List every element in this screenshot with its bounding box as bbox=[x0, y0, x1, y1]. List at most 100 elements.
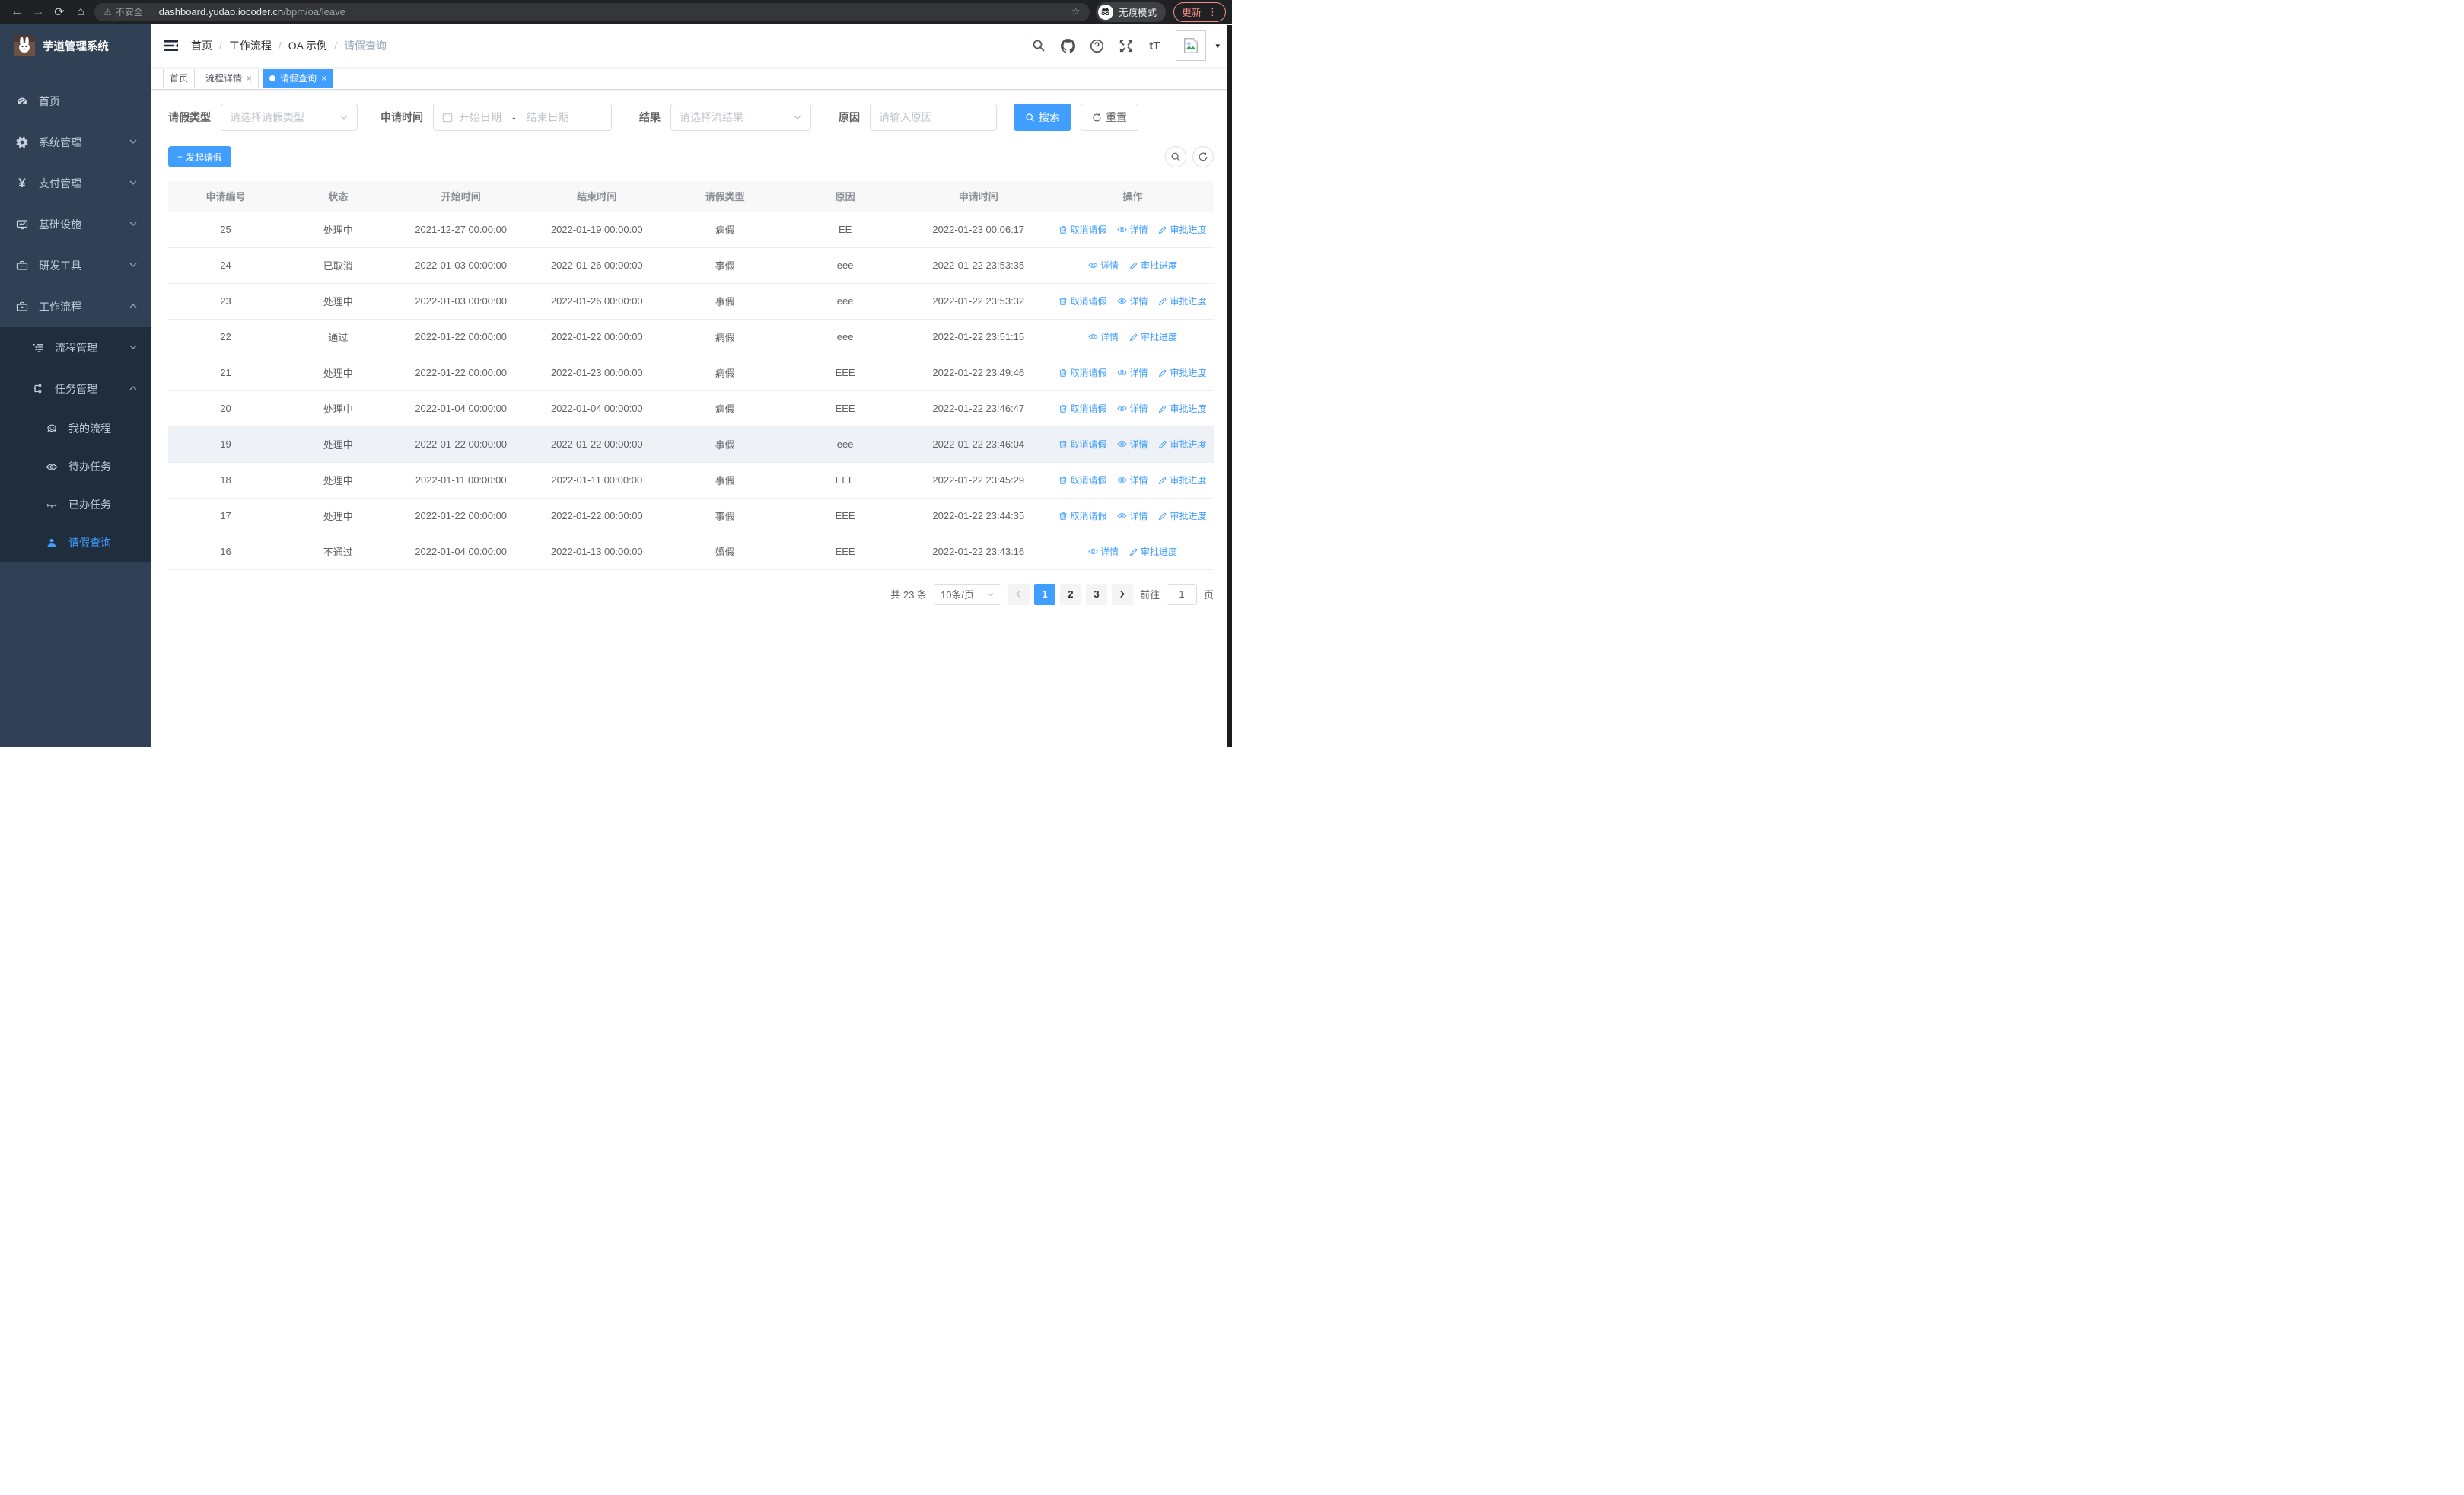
cancel-leave-link[interactable]: 取消请假 bbox=[1059, 473, 1106, 486]
next-page-icon[interactable] bbox=[1111, 583, 1133, 605]
cell-end-time: 2022-01-04 00:00:00 bbox=[529, 390, 665, 427]
github-icon[interactable] bbox=[1060, 38, 1075, 53]
toggle-search-icon[interactable] bbox=[1165, 146, 1186, 167]
page-button-1[interactable]: 1 bbox=[1033, 583, 1055, 605]
detail-link[interactable]: 详情 bbox=[1117, 402, 1148, 415]
page-size-select[interactable]: 10条/页 bbox=[933, 583, 1001, 605]
cell-end-time: 2022-01-22 00:00:00 bbox=[529, 426, 665, 463]
caret-down-icon[interactable]: ▾ bbox=[1215, 41, 1220, 51]
reason-input[interactable]: 请输入原因 bbox=[870, 104, 997, 131]
help-icon[interactable] bbox=[1089, 38, 1104, 53]
sidebar-item-infra[interactable]: 基础设施 bbox=[0, 204, 151, 245]
cancel-leave-link[interactable]: 取消请假 bbox=[1059, 366, 1106, 379]
fullscreen-icon[interactable] bbox=[1118, 38, 1133, 53]
approval-progress-link[interactable]: 审批进度 bbox=[1158, 473, 1207, 486]
sidebar-item-home[interactable]: 首页 bbox=[0, 81, 151, 122]
approval-progress-link[interactable]: 审批进度 bbox=[1129, 330, 1177, 343]
sidebar-item-payment[interactable]: ¥ 支付管理 bbox=[0, 163, 151, 204]
page-button-3[interactable]: 3 bbox=[1085, 583, 1107, 605]
approval-progress-link[interactable]: 审批进度 bbox=[1129, 545, 1177, 558]
bookmark-star-icon[interactable]: ☆ bbox=[1071, 5, 1081, 18]
sidebar-item-process-mgmt[interactable]: 流程管理 bbox=[0, 327, 151, 368]
leave-type-select[interactable]: 请选择请假类型 bbox=[221, 104, 358, 131]
prev-page-icon[interactable] bbox=[1008, 583, 1030, 605]
refresh-table-icon[interactable] bbox=[1192, 146, 1214, 167]
detail-link[interactable]: 详情 bbox=[1117, 366, 1148, 379]
approval-progress-link[interactable]: 审批进度 bbox=[1129, 259, 1177, 272]
chevron-down-icon bbox=[129, 136, 138, 148]
detail-link[interactable]: 详情 bbox=[1117, 295, 1148, 308]
approval-progress-link[interactable]: 审批进度 bbox=[1158, 295, 1207, 308]
date-range-input[interactable]: 开始日期 - 结束日期 bbox=[433, 104, 612, 131]
search-button[interactable]: 搜索 bbox=[1014, 104, 1071, 131]
tab-label: 流程详情 bbox=[205, 73, 243, 84]
sidebar-item-devtools[interactable]: 研发工具 bbox=[0, 245, 151, 286]
chevron-down-icon bbox=[794, 116, 801, 120]
cell-leave-type: 病假 bbox=[664, 319, 785, 355]
back-icon[interactable]: ← bbox=[6, 2, 27, 23]
approval-progress-link[interactable]: 审批进度 bbox=[1158, 223, 1207, 236]
address-bar[interactable]: ⚠ 不安全 dashboard.yudao.iocoder.cn /bpm/oa… bbox=[94, 2, 1090, 21]
breadcrumb-item[interactable]: 首页 bbox=[191, 38, 212, 53]
chevron-up-icon bbox=[129, 383, 138, 395]
browser-scrollbar[interactable] bbox=[1227, 25, 1232, 748]
sidebar-item-task-mgmt[interactable]: 任务管理 bbox=[0, 368, 151, 410]
browser-update-button[interactable]: 更新 ⋮ bbox=[1173, 2, 1226, 22]
close-icon[interactable]: × bbox=[247, 73, 252, 84]
goto-page-input[interactable]: 1 bbox=[1166, 583, 1197, 605]
sidebar-item-workflow[interactable]: 工作流程 bbox=[0, 286, 151, 327]
cell-start-time: 2021-12-27 00:00:00 bbox=[393, 212, 529, 248]
browser-menu-icon[interactable]: ⋮ bbox=[1208, 6, 1218, 18]
sidebar-item-todo-tasks[interactable]: 待办任务 bbox=[0, 448, 151, 486]
cell-id: 19 bbox=[168, 426, 284, 463]
cell-reason: EEE bbox=[785, 390, 906, 427]
page-button-2[interactable]: 2 bbox=[1059, 583, 1081, 605]
cancel-leave-link[interactable]: 取消请假 bbox=[1059, 438, 1106, 451]
font-size-icon[interactable]: tT bbox=[1147, 38, 1162, 53]
cancel-leave-link[interactable]: 取消请假 bbox=[1059, 509, 1106, 522]
detail-link[interactable]: 详情 bbox=[1117, 473, 1148, 486]
breadcrumb-item[interactable]: OA 示例 bbox=[288, 38, 327, 53]
approval-progress-link[interactable]: 审批进度 bbox=[1158, 509, 1207, 522]
app-title: 芋道管理系统 bbox=[43, 40, 109, 53]
cell-reason: eee bbox=[785, 426, 906, 463]
detail-link[interactable]: 详情 bbox=[1088, 330, 1119, 343]
cell-status: 处理中 bbox=[283, 462, 393, 499]
home-icon[interactable]: ⌂ bbox=[70, 2, 91, 23]
search-icon[interactable] bbox=[1031, 38, 1046, 53]
detail-link[interactable]: 详情 bbox=[1117, 438, 1148, 451]
tab-leave-query[interactable]: 请假查询 × bbox=[263, 68, 334, 88]
cancel-leave-link[interactable]: 取消请假 bbox=[1059, 223, 1106, 236]
detail-link[interactable]: 详情 bbox=[1088, 545, 1119, 558]
cancel-leave-link[interactable]: 取消请假 bbox=[1059, 402, 1106, 415]
approval-progress-link[interactable]: 审批进度 bbox=[1158, 438, 1207, 451]
sidebar-item-label: 我的流程 bbox=[68, 422, 111, 435]
cancel-leave-link[interactable]: 取消请假 bbox=[1059, 295, 1106, 308]
cell-end-time: 2022-01-22 00:00:00 bbox=[529, 319, 665, 355]
approval-progress-link[interactable]: 审批进度 bbox=[1158, 366, 1207, 379]
sidebar-collapse-icon[interactable] bbox=[164, 38, 179, 53]
approval-progress-link[interactable]: 审批进度 bbox=[1158, 402, 1207, 415]
eye-open-icon bbox=[46, 461, 58, 473]
close-icon[interactable]: × bbox=[321, 73, 326, 84]
tab-home[interactable]: 首页 bbox=[163, 68, 196, 88]
sidebar-item-done-tasks[interactable]: 已办任务 bbox=[0, 486, 151, 524]
detail-link[interactable]: 详情 bbox=[1088, 259, 1119, 272]
detail-link[interactable]: 详情 bbox=[1117, 509, 1148, 522]
cell-end-time: 2022-01-26 00:00:00 bbox=[529, 247, 665, 284]
detail-link[interactable]: 详情 bbox=[1117, 223, 1148, 236]
tab-process-detail[interactable]: 流程详情 × bbox=[199, 68, 259, 88]
breadcrumb-item[interactable]: 工作流程 bbox=[229, 38, 272, 53]
sidebar-item-system[interactable]: 系统管理 bbox=[0, 122, 151, 163]
sidebar-item-leave-query[interactable]: 请假查询 bbox=[0, 524, 151, 562]
sidebar-item-my-process[interactable]: 我的流程 bbox=[0, 410, 151, 448]
avatar[interactable] bbox=[1176, 30, 1207, 61]
cell-operations: 取消请假 详情 审批进度 bbox=[1051, 212, 1214, 248]
result-select[interactable]: 请选择流结果 bbox=[670, 104, 811, 131]
forward-icon[interactable]: → bbox=[27, 2, 49, 23]
active-dot-icon bbox=[269, 75, 276, 81]
reload-icon[interactable]: ⟳ bbox=[49, 2, 70, 23]
reset-button[interactable]: 重置 bbox=[1081, 104, 1138, 131]
cell-apply-time: 2022-01-22 23:53:35 bbox=[905, 247, 1052, 284]
create-leave-button[interactable]: + 发起请假 bbox=[168, 146, 232, 167]
